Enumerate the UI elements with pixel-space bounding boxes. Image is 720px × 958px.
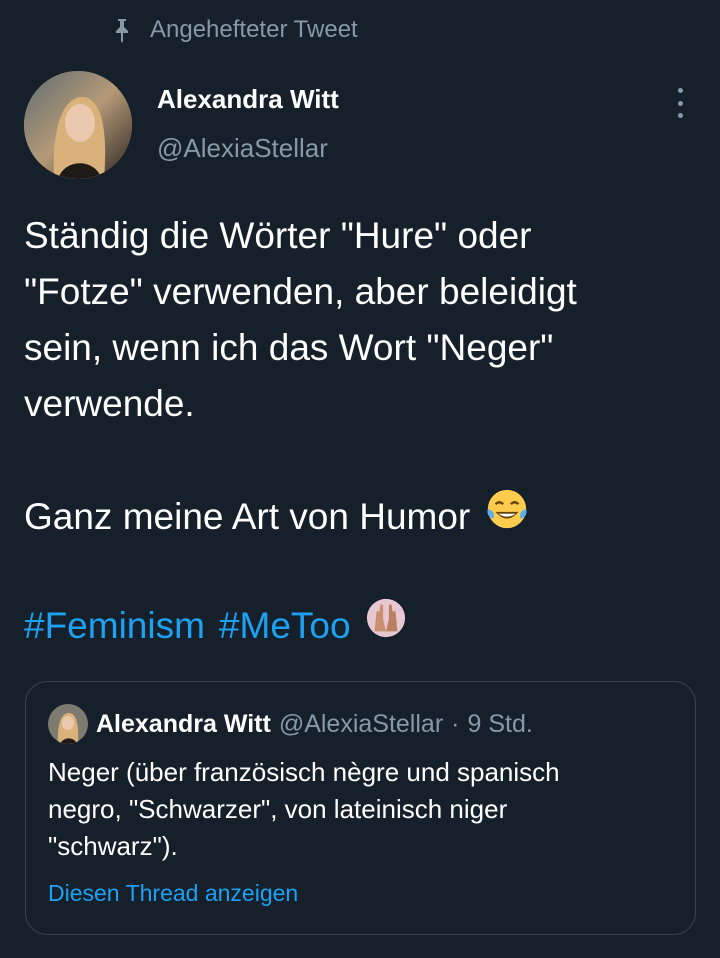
tweet-line: verwende.: [24, 383, 195, 424]
tweet-line: sein, wenn ich das Wort "Neger": [24, 327, 554, 368]
humor-text: Ganz meine Art von Humor: [24, 496, 471, 537]
quoted-handle: @AlexiaStellar: [278, 709, 444, 738]
pinned-label: Angehefteter Tweet: [150, 16, 358, 43]
tweet-humor-line: Ganz meine Art von Humor: [24, 486, 530, 548]
quoted-tweet-card[interactable]: Alexandra Witt @AlexiaStellar · 9 Std. N…: [25, 681, 696, 935]
quoted-timestamp: 9 Std.: [467, 709, 533, 738]
quoted-display-name: Alexandra Witt: [96, 709, 271, 738]
quoted-tweet-text: Neger (über französisch nègre und spanis…: [48, 754, 678, 865]
raising-hands-emoji-icon: [365, 597, 407, 655]
quoted-line: "schwarz").: [48, 831, 178, 861]
tweet-line: "Fotze" verwenden, aber beleidigt: [24, 271, 577, 312]
tweet-line: Ständig die Wörter "Hure" oder: [24, 215, 532, 256]
tweet-page: Angehefteter Tweet Alexandra Witt @Alexi…: [0, 0, 720, 958]
quoted-line: negro, "Schwarzer", von lateinisch niger: [48, 794, 508, 824]
tweet-text: Ständig die Wörter "Hure" oder "Fotze" v…: [24, 208, 704, 432]
quoted-separator: ·: [451, 709, 460, 738]
more-vertical-icon: [677, 88, 683, 93]
show-thread-link[interactable]: Diesen Thread anzeigen: [48, 880, 298, 907]
more-options-button[interactable]: [664, 86, 696, 120]
tears-of-joy-emoji-icon: [484, 486, 530, 548]
pinned-indicator: Angehefteter Tweet: [112, 16, 358, 44]
hashtag-link[interactable]: #MeToo: [219, 598, 351, 654]
quoted-avatar: [48, 704, 88, 744]
pin-icon: [112, 17, 132, 43]
quoted-line: Neger (über französisch nègre und spanis…: [48, 757, 560, 787]
hashtag-row: #Feminism #MeToo: [24, 597, 407, 655]
quoted-tweet-header: Alexandra Witt @AlexiaStellar · 9 Std.: [48, 704, 533, 744]
avatar[interactable]: [24, 71, 132, 179]
author-display-name[interactable]: Alexandra Witt: [157, 84, 339, 115]
author-handle[interactable]: @AlexiaStellar: [157, 133, 328, 164]
hashtag-link[interactable]: #Feminism: [24, 598, 205, 654]
